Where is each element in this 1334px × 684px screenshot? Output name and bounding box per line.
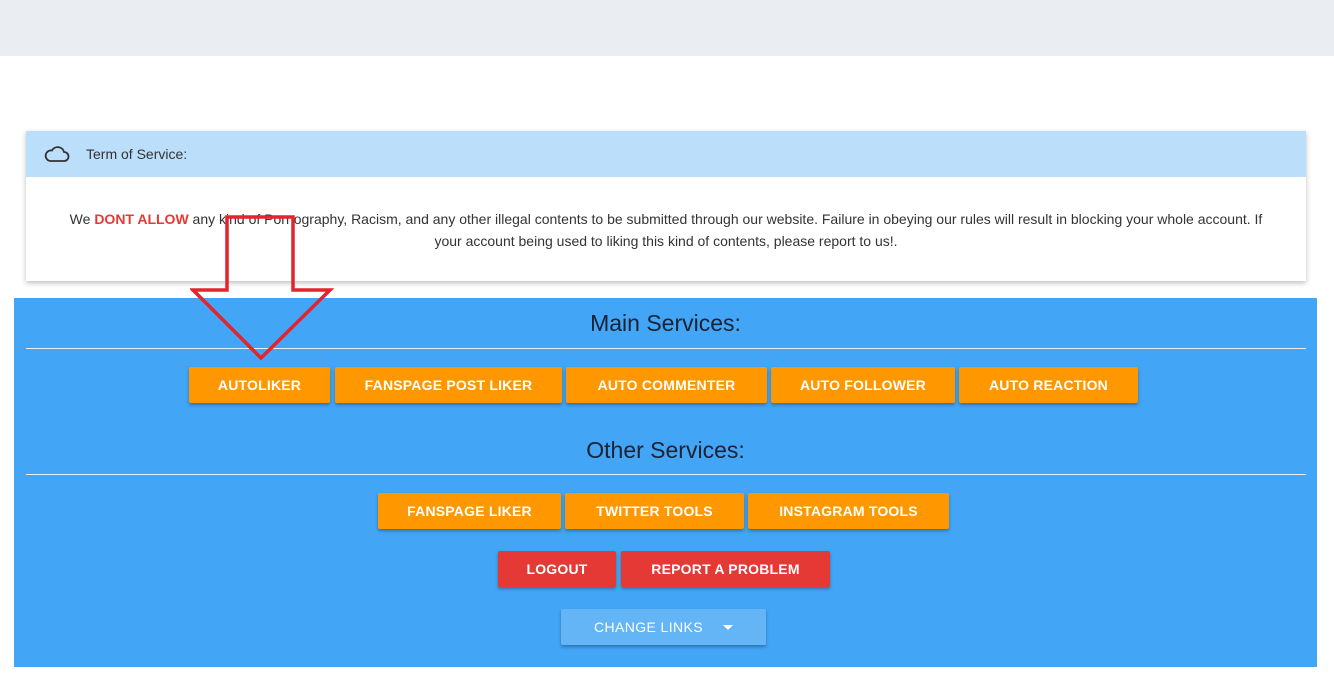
top-bar — [0, 0, 1334, 56]
change-links-dropdown[interactable]: CHANGE LINKS — [561, 609, 766, 645]
dont-allow-highlight: DONT ALLOW — [94, 211, 189, 227]
auto-follower-button[interactable]: AUTO FOLLOWER — [771, 367, 955, 403]
twitter-tools-button[interactable]: TWITTER TOOLS — [565, 493, 744, 529]
other-services-divider — [26, 474, 1306, 475]
report-problem-button[interactable]: REPORT A PROBLEM — [621, 551, 830, 587]
terms-header: Term of Service: — [26, 131, 1306, 177]
instagram-tools-button[interactable]: INSTAGRAM TOOLS — [748, 493, 949, 529]
terms-text-rest: any kind of Pornography, Racism, and any… — [188, 211, 1263, 249]
logout-button[interactable]: LOGOUT — [498, 551, 616, 587]
fanspage-liker-button[interactable]: FANSPAGE LIKER — [378, 493, 561, 529]
auto-commenter-button[interactable]: AUTO COMMENTER — [566, 367, 767, 403]
terms-text-start: We — [69, 211, 95, 227]
annotation-arrow-icon — [190, 215, 335, 361]
fanspage-post-liker-button[interactable]: FANSPAGE POST LIKER — [335, 367, 562, 403]
terms-title: Term of Service: — [86, 146, 188, 162]
change-links-label: CHANGE LINKS — [593, 619, 704, 635]
other-services-title: Other Services: — [586, 437, 745, 463]
auto-reaction-button[interactable]: AUTO REACTION — [959, 367, 1138, 403]
caret-down-icon — [723, 624, 734, 630]
cloud-icon — [44, 144, 70, 164]
autoliker-button[interactable]: AUTOLIKER — [189, 367, 330, 403]
